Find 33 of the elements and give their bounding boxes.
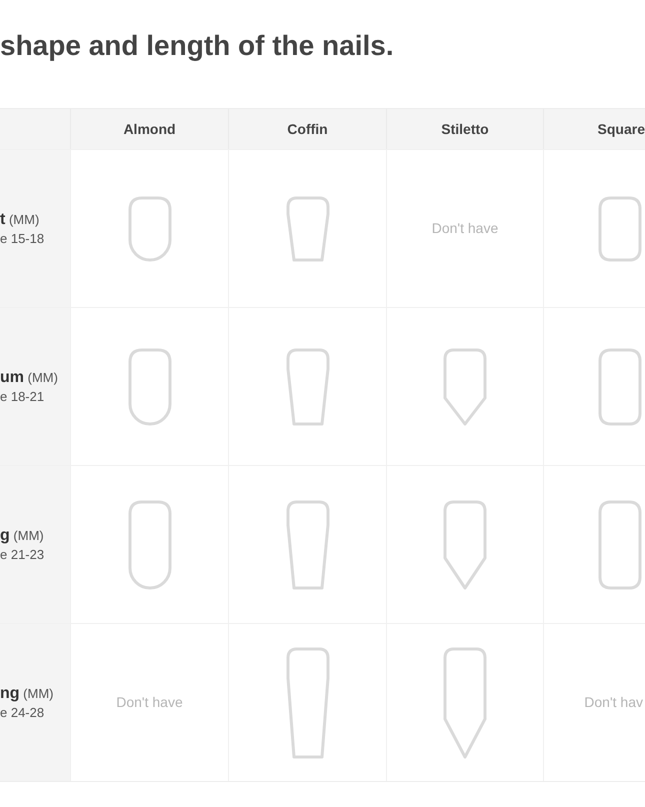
page-title: shape and length of the nails.	[0, 29, 395, 63]
length-label: ng	[0, 684, 20, 702]
nail-shape-icon	[286, 348, 329, 425]
unit-label: (MM)	[13, 528, 44, 542]
nail-shape-icon	[444, 647, 486, 758]
size-range: e 21-23	[0, 546, 46, 564]
column-header: Square	[598, 120, 645, 139]
unavailable-note: Don't have	[432, 219, 498, 238]
size-range: e 15-18	[0, 230, 46, 248]
nail-shape-icon	[444, 348, 486, 425]
column-header: Stiletto	[441, 120, 489, 138]
unit-label: (MM)	[28, 370, 58, 384]
length-label: g	[0, 526, 10, 544]
nail-shape-icon	[128, 196, 171, 261]
nail-shape-icon	[598, 500, 642, 589]
length-label: t	[0, 210, 6, 228]
size-range: e 18-21	[0, 388, 46, 406]
column-header: Coffin	[287, 120, 328, 138]
unit-label: (MM)	[8, 212, 40, 226]
length-label: um	[0, 368, 24, 386]
nail-shape-icon	[286, 647, 329, 758]
nail-shape-icon	[128, 348, 171, 425]
nail-shape-icon	[598, 196, 642, 261]
size-range: e 24-28	[0, 704, 46, 722]
nail-shape-icon	[598, 348, 642, 425]
nail-shape-icon	[286, 500, 329, 589]
nail-shape-icon	[128, 500, 171, 589]
unavailable-note: Don't hav	[584, 693, 643, 712]
unavailable-note: Don't have	[116, 693, 183, 712]
nail-shape-icon	[286, 196, 329, 261]
nail-shape-icon	[444, 500, 486, 589]
column-header: Almond	[123, 120, 176, 138]
unit-label: (MM)	[23, 686, 54, 700]
